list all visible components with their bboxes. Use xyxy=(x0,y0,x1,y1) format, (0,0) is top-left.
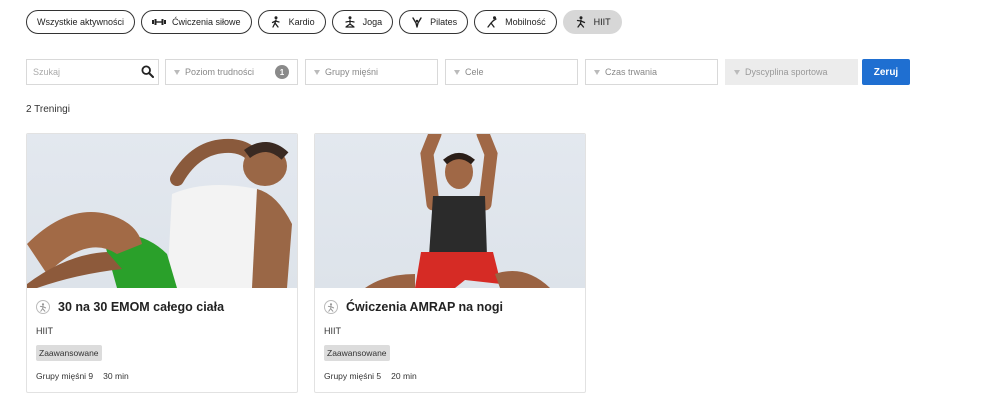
chip-cardio[interactable]: Kardio xyxy=(257,10,326,34)
difficulty-label: Poziom trudności xyxy=(185,67,255,77)
chip-mobility[interactable]: Mobilność xyxy=(474,10,557,34)
chip-all-activities[interactable]: Wszystkie aktywności xyxy=(26,10,136,34)
chip-strength[interactable]: Ćwiczenia siłowe xyxy=(141,10,252,34)
workout-image xyxy=(315,134,585,288)
chevron-down-icon xyxy=(314,69,320,75)
stretch-icon xyxy=(485,16,499,28)
muscle-groups-count: Grupy mięśni 5 xyxy=(324,371,382,381)
duration-dropdown[interactable]: Czas trwania xyxy=(585,59,718,85)
hiit-icon xyxy=(324,300,338,314)
chip-label: Wszystkie aktywności xyxy=(37,17,125,27)
search-box[interactable]: Szukaj xyxy=(26,59,159,85)
muscle-groups-label: Grupy mięśni xyxy=(325,67,379,77)
sport-discipline-dropdown[interactable]: Dyscyplina sportowa xyxy=(725,59,858,85)
pilates-icon xyxy=(410,16,424,28)
difficulty-dropdown[interactable]: Poziom trudności 1 xyxy=(165,59,298,85)
search-icon[interactable] xyxy=(141,64,154,80)
difficulty-badge: Zaawansowane xyxy=(324,345,390,361)
chip-label: Pilates xyxy=(430,17,458,27)
chip-label: HIIT xyxy=(593,17,611,27)
workout-category: HIIT xyxy=(36,326,53,336)
hiit-icon xyxy=(574,16,588,28)
hiit-icon xyxy=(36,300,50,314)
search-input[interactable]: Szukaj xyxy=(33,67,60,77)
dumbbell-icon xyxy=(152,16,167,28)
running-icon xyxy=(269,16,283,28)
workout-meta: Grupy mięśni 5 20 min xyxy=(324,371,585,381)
activity-filter-bar: Wszystkie aktywności Ćwiczenia siłowe Ka… xyxy=(26,10,622,34)
difficulty-badge: Zaawansowane xyxy=(36,345,102,361)
chevron-down-icon xyxy=(594,69,600,75)
workout-meta: Grupy mięśni 9 30 min xyxy=(36,371,297,381)
yoga-icon xyxy=(343,16,357,28)
workout-title[interactable]: Ćwiczenia AMRAP na nogi xyxy=(346,300,503,314)
chevron-down-icon xyxy=(454,69,460,75)
chevron-down-icon xyxy=(174,69,180,75)
results-count: 2 Treningi xyxy=(26,104,70,115)
goals-dropdown[interactable]: Cele xyxy=(445,59,578,85)
chevron-down-icon xyxy=(734,69,740,75)
muscle-groups-count: Grupy mięśni 9 xyxy=(36,371,94,381)
chip-yoga[interactable]: Joga xyxy=(331,10,394,34)
workout-category: HIIT xyxy=(324,326,341,336)
chip-pilates[interactable]: Pilates xyxy=(399,10,469,34)
chip-label: Mobilność xyxy=(505,17,546,27)
difficulty-count-badge: 1 xyxy=(275,65,289,79)
chip-hiit[interactable]: HIIT xyxy=(562,10,622,34)
card-title-row: Ćwiczenia AMRAP na nogi xyxy=(324,300,585,314)
workout-duration: 20 min xyxy=(391,371,417,381)
chip-label: Kardio xyxy=(288,17,315,27)
workout-card[interactable]: 30 na 30 EMOM całego ciała HIIT Zaawanso… xyxy=(26,133,298,393)
goals-label: Cele xyxy=(465,67,484,77)
filter-row: Szukaj Poziom trudności 1 Grupy mięśni C… xyxy=(26,59,910,85)
sport-discipline-label: Dyscyplina sportowa xyxy=(745,67,828,77)
card-title-row: 30 na 30 EMOM całego ciała xyxy=(36,300,297,314)
muscle-groups-dropdown[interactable]: Grupy mięśni xyxy=(305,59,438,85)
workout-duration: 30 min xyxy=(103,371,129,381)
workout-card[interactable]: Ćwiczenia AMRAP na nogi HIIT Zaawansowan… xyxy=(314,133,586,393)
workout-image xyxy=(27,134,297,288)
reset-button[interactable]: Zeruj xyxy=(862,59,910,85)
chip-label: Ćwiczenia siłowe xyxy=(172,17,241,27)
workout-title[interactable]: 30 na 30 EMOM całego ciała xyxy=(58,300,224,314)
chip-label: Joga xyxy=(362,17,383,27)
duration-label: Czas trwania xyxy=(605,67,658,77)
